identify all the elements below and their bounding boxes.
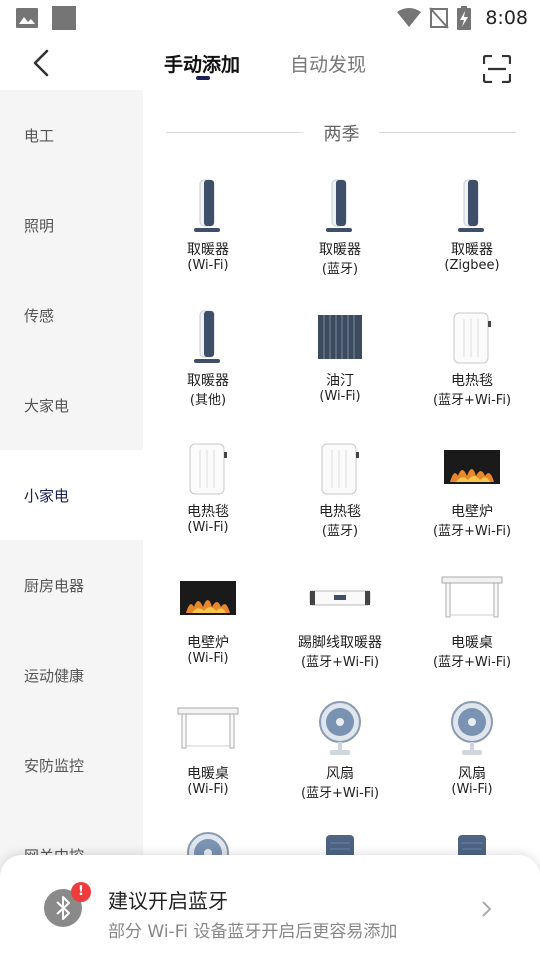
top-header: 手动添加 自动发现 [0,36,540,90]
device-tile[interactable]: 电热毯 (蓝牙+Wi-Fi) [417,307,527,437]
sidebar-item-electrician[interactable]: 电工 [0,90,143,180]
heater-tower-icon [458,179,484,232]
device-tile[interactable]: 油汀 (Wi-Fi) [285,307,395,437]
device-tile[interactable]: 风扇 (蓝牙+Wi-Fi) [285,700,395,830]
oil-radiator-icon [318,315,362,359]
sidebar-item-security[interactable]: 安防监控 [0,720,143,810]
device-content: 两季 取暖器 (Wi-Fi) 取暖器 (蓝牙) 取暖器 (Zigbee) 取暖器… [143,90,540,960]
device-tile[interactable]: 取暖器 (蓝牙) [285,176,395,306]
sidebar-item-kitchen-appliances[interactable]: 厨房电器 [0,540,143,630]
banner-title: 建议开启蓝牙 [108,889,228,913]
device-tile[interactable]: 电暖桌 (Wi-Fi) [153,700,263,830]
category-sidebar: 电工 照明 传感 大家电 小家电 厨房电器 运动健康 安防监控 网关中控 [0,90,143,960]
fireplace-icon [444,450,500,484]
tab-auto-discover[interactable]: 自动发现 [290,50,366,77]
device-tile[interactable]: 取暖器 (其他) [153,307,263,437]
status-bar: 8:08 [0,0,540,36]
sidebar-item-small-appliances[interactable]: 小家电 [0,450,143,540]
section-header: 两季 [143,120,540,145]
wifi-icon [397,8,422,27]
heater-tower-icon [194,310,220,363]
electric-blanket-icon [189,443,227,495]
battery-charging-icon [457,6,472,30]
device-tile[interactable]: 电热毯 (Wi-Fi) [153,438,263,568]
device-tile[interactable]: 电热毯 (蓝牙) [285,438,395,568]
electric-blanket-icon [453,312,491,364]
heater-tower-icon [194,179,220,232]
no-signal-icon [429,7,450,29]
section-divider-right [379,132,516,133]
section-title: 两季 [323,124,360,145]
status-time: 8:08 [485,7,528,29]
fan-icon [319,701,361,755]
banner-subtitle: 部分 Wi-Fi 设备蓝牙开启后更容易添加 [108,922,398,942]
alert-badge: ! [71,882,91,902]
electric-blanket-icon [321,443,359,495]
heater-tower-icon [326,179,352,232]
device-tile[interactable]: 电壁炉 (蓝牙+Wi-Fi) [417,438,527,568]
device-tile[interactable]: 取暖器 (Wi-Fi) [153,176,263,306]
fireplace-icon [180,581,236,615]
baseboard-heater-icon [309,590,371,606]
device-tile[interactable]: 取暖器 (Zigbee) [417,176,527,306]
sidebar-item-sports-health[interactable]: 运动健康 [0,630,143,720]
app-notification-icon [52,6,76,30]
device-tile[interactable]: 踢脚线取暖器 (蓝牙+Wi-Fi) [285,569,395,699]
back-arrow-icon[interactable] [28,48,56,78]
device-tile[interactable]: 电暖桌 (蓝牙+Wi-Fi) [417,569,527,699]
image-notification-icon [16,8,38,28]
heating-table-icon [177,707,239,749]
active-tab-indicator [196,76,210,80]
device-tile[interactable]: 风扇 (Wi-Fi) [417,700,527,830]
heating-table-icon [441,576,503,618]
bluetooth-banner[interactable]: ! 建议开启蓝牙 部分 Wi-Fi 设备蓝牙开启后更容易添加 [0,855,540,965]
chevron-right-icon[interactable] [480,899,494,919]
fan-icon [451,701,493,755]
sidebar-item-large-appliances[interactable]: 大家电 [0,360,143,450]
scan-icon[interactable] [483,55,511,83]
sidebar-item-lighting[interactable]: 照明 [0,180,143,270]
device-tile[interactable]: 电壁炉 (Wi-Fi) [153,569,263,699]
tab-manual-add[interactable]: 手动添加 [164,50,240,77]
sidebar-item-sensors[interactable]: 传感 [0,270,143,360]
